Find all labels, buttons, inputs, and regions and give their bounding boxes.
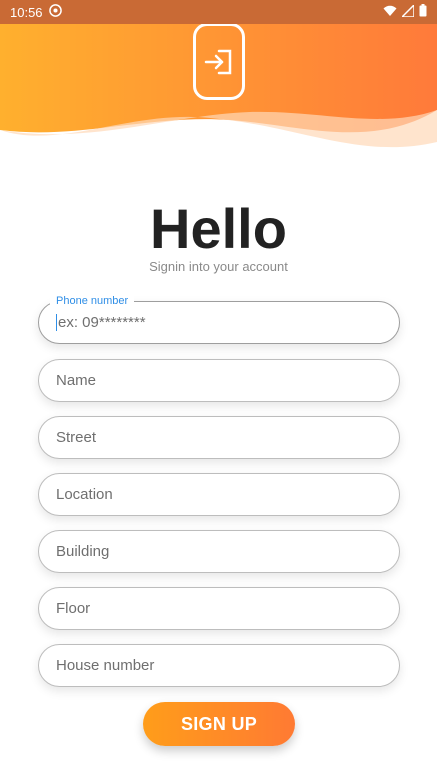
building-placeholder: Building bbox=[56, 543, 110, 560]
status-right bbox=[383, 2, 427, 20]
page-subtitle: Signin into your account bbox=[149, 259, 288, 274]
android-debug-icon bbox=[48, 4, 62, 20]
status-bar: 10:56 bbox=[0, 0, 437, 24]
login-icon bbox=[193, 23, 245, 100]
status-time: 10:56 bbox=[10, 4, 43, 20]
phone-field-label: Phone number bbox=[50, 295, 135, 307]
status-left: 10:56 bbox=[10, 4, 62, 20]
floor-placeholder: Floor bbox=[56, 600, 91, 617]
location-placeholder: Location bbox=[56, 486, 113, 503]
phone-placeholder: ex: 09******** bbox=[58, 314, 146, 331]
street-field[interactable]: Street bbox=[38, 416, 400, 459]
name-placeholder: Name bbox=[56, 372, 97, 389]
text-caret bbox=[56, 314, 57, 331]
wifi-icon bbox=[383, 5, 397, 20]
street-placeholder: Street bbox=[56, 429, 97, 446]
house-number-field[interactable]: House number bbox=[38, 644, 400, 687]
phone-field[interactable]: ex: 09******** bbox=[38, 301, 400, 344]
name-field[interactable]: Name bbox=[38, 359, 400, 402]
battery-icon bbox=[419, 4, 427, 20]
signal-icon bbox=[400, 2, 415, 20]
signup-button[interactable]: SIGN UP bbox=[143, 702, 295, 746]
house-number-placeholder: House number bbox=[56, 657, 155, 674]
location-field[interactable]: Location bbox=[38, 473, 400, 516]
page-title: Hello bbox=[150, 197, 287, 260]
floor-field[interactable]: Floor bbox=[38, 587, 400, 630]
building-field[interactable]: Building bbox=[38, 530, 400, 573]
